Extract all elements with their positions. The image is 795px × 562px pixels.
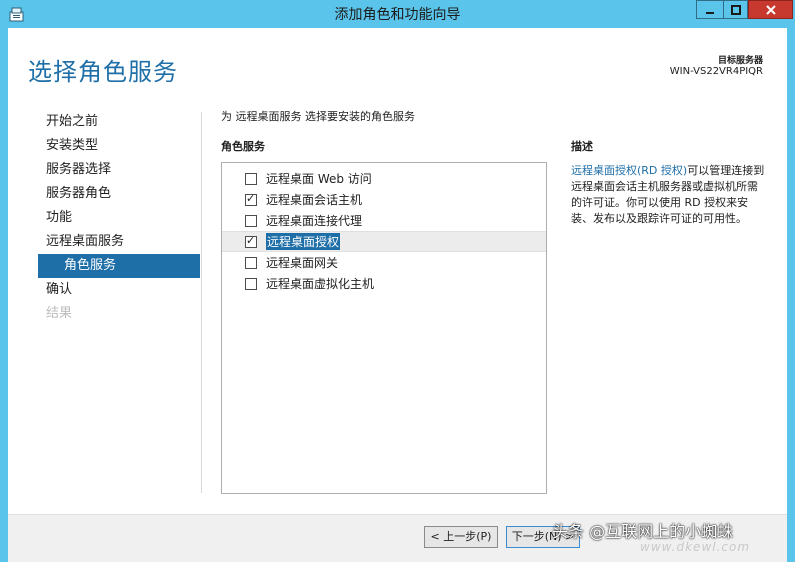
window-title: 添加角色和功能向导 [334, 7, 461, 23]
role-item-rd-session-host[interactable]: ✓ 远程桌面会话主机 [222, 189, 546, 210]
role-label: 远程桌面授权 [266, 233, 341, 250]
checkbox[interactable] [245, 277, 257, 290]
target-server-label: 目标服务器 [717, 56, 763, 66]
maximize-button[interactable] [723, 0, 748, 19]
nav-divider [201, 112, 202, 493]
wizard-nav: 开始之前 安装类型 服务器选择 服务器角色 功能 远程桌面服务 角色服务 确认 … [8, 110, 200, 326]
target-server-value: WIN-VS22VR4PIQR [669, 66, 763, 77]
checkmark-icon: ✓ [246, 191, 256, 205]
description-link[interactable]: 远程桌面授权(RD 授权) [571, 164, 687, 177]
watermark-text: 头条 @互联网上的小蜘蛛 [552, 522, 734, 541]
page-title: 选择角色服务 [28, 58, 178, 86]
role-item-rd-web-access[interactable]: 远程桌面 Web 访问 [222, 168, 546, 189]
role-services-list[interactable]: 远程桌面 Web 访问 ✓ 远程桌面会话主机 远程桌面连接代理 ✓ 远程桌面授权… [221, 162, 547, 494]
role-item-rd-virtualization-host[interactable]: 远程桌面虚拟化主机 [222, 273, 546, 294]
checkbox[interactable] [245, 172, 257, 185]
nav-item-results: 结果 [46, 306, 73, 321]
nav-item-role-services[interactable]: 角色服务 [38, 254, 200, 278]
wizard-client-area: 选择角色服务 目标服务器 WIN-VS22VR4PIQR 开始之前 安装类型 服… [8, 28, 787, 562]
role-item-rd-licensing[interactable]: ✓ 远程桌面授权 [222, 231, 546, 252]
role-label: 远程桌面连接代理 [266, 214, 363, 228]
checkbox[interactable] [245, 256, 257, 269]
nav-item-before-you-begin[interactable]: 开始之前 [8, 110, 200, 134]
checkmark-icon: ✓ [246, 233, 256, 247]
checkbox[interactable] [245, 214, 257, 227]
close-icon [765, 4, 776, 15]
minimize-button[interactable] [696, 0, 723, 19]
checkbox[interactable]: ✓ [245, 191, 257, 206]
role-label: 远程桌面网关 [266, 256, 339, 270]
checkbox[interactable]: ✓ [245, 233, 257, 248]
description-heading: 描述 [571, 140, 593, 153]
role-label: 远程桌面 Web 访问 [266, 172, 372, 186]
role-item-rd-gateway[interactable]: 远程桌面网关 [222, 252, 546, 273]
nav-item-server-roles[interactable]: 服务器角色 [8, 182, 200, 206]
role-label: 远程桌面会话主机 [266, 193, 363, 207]
previous-button[interactable]: < 上一步(P) [424, 526, 498, 548]
title-bar[interactable]: 添加角色和功能向导 [0, 0, 795, 28]
nav-item-features[interactable]: 功能 [8, 206, 200, 230]
instruction-text: 为 远程桌面服务 选择要安装的角色服务 [221, 110, 415, 123]
description-panel: 远程桌面授权(RD 授权)可以管理连接到远程桌面会话主机服务器或虚拟机所需的许可… [571, 163, 767, 227]
nav-item-remote-desktop-services[interactable]: 远程桌面服务 [8, 230, 200, 254]
nav-item-server-selection[interactable]: 服务器选择 [8, 158, 200, 182]
nav-item-installation-type[interactable]: 安装类型 [8, 134, 200, 158]
role-item-rd-connection-broker[interactable]: 远程桌面连接代理 [222, 210, 546, 231]
minimize-icon [706, 11, 714, 14]
close-button[interactable] [748, 0, 793, 19]
watermark-url: www.dkewl.com [640, 540, 751, 554]
nav-item-confirmation[interactable]: 确认 [8, 278, 200, 302]
roles-heading: 角色服务 [221, 140, 265, 153]
maximize-icon [730, 4, 741, 15]
role-label: 远程桌面虚拟化主机 [266, 277, 375, 291]
